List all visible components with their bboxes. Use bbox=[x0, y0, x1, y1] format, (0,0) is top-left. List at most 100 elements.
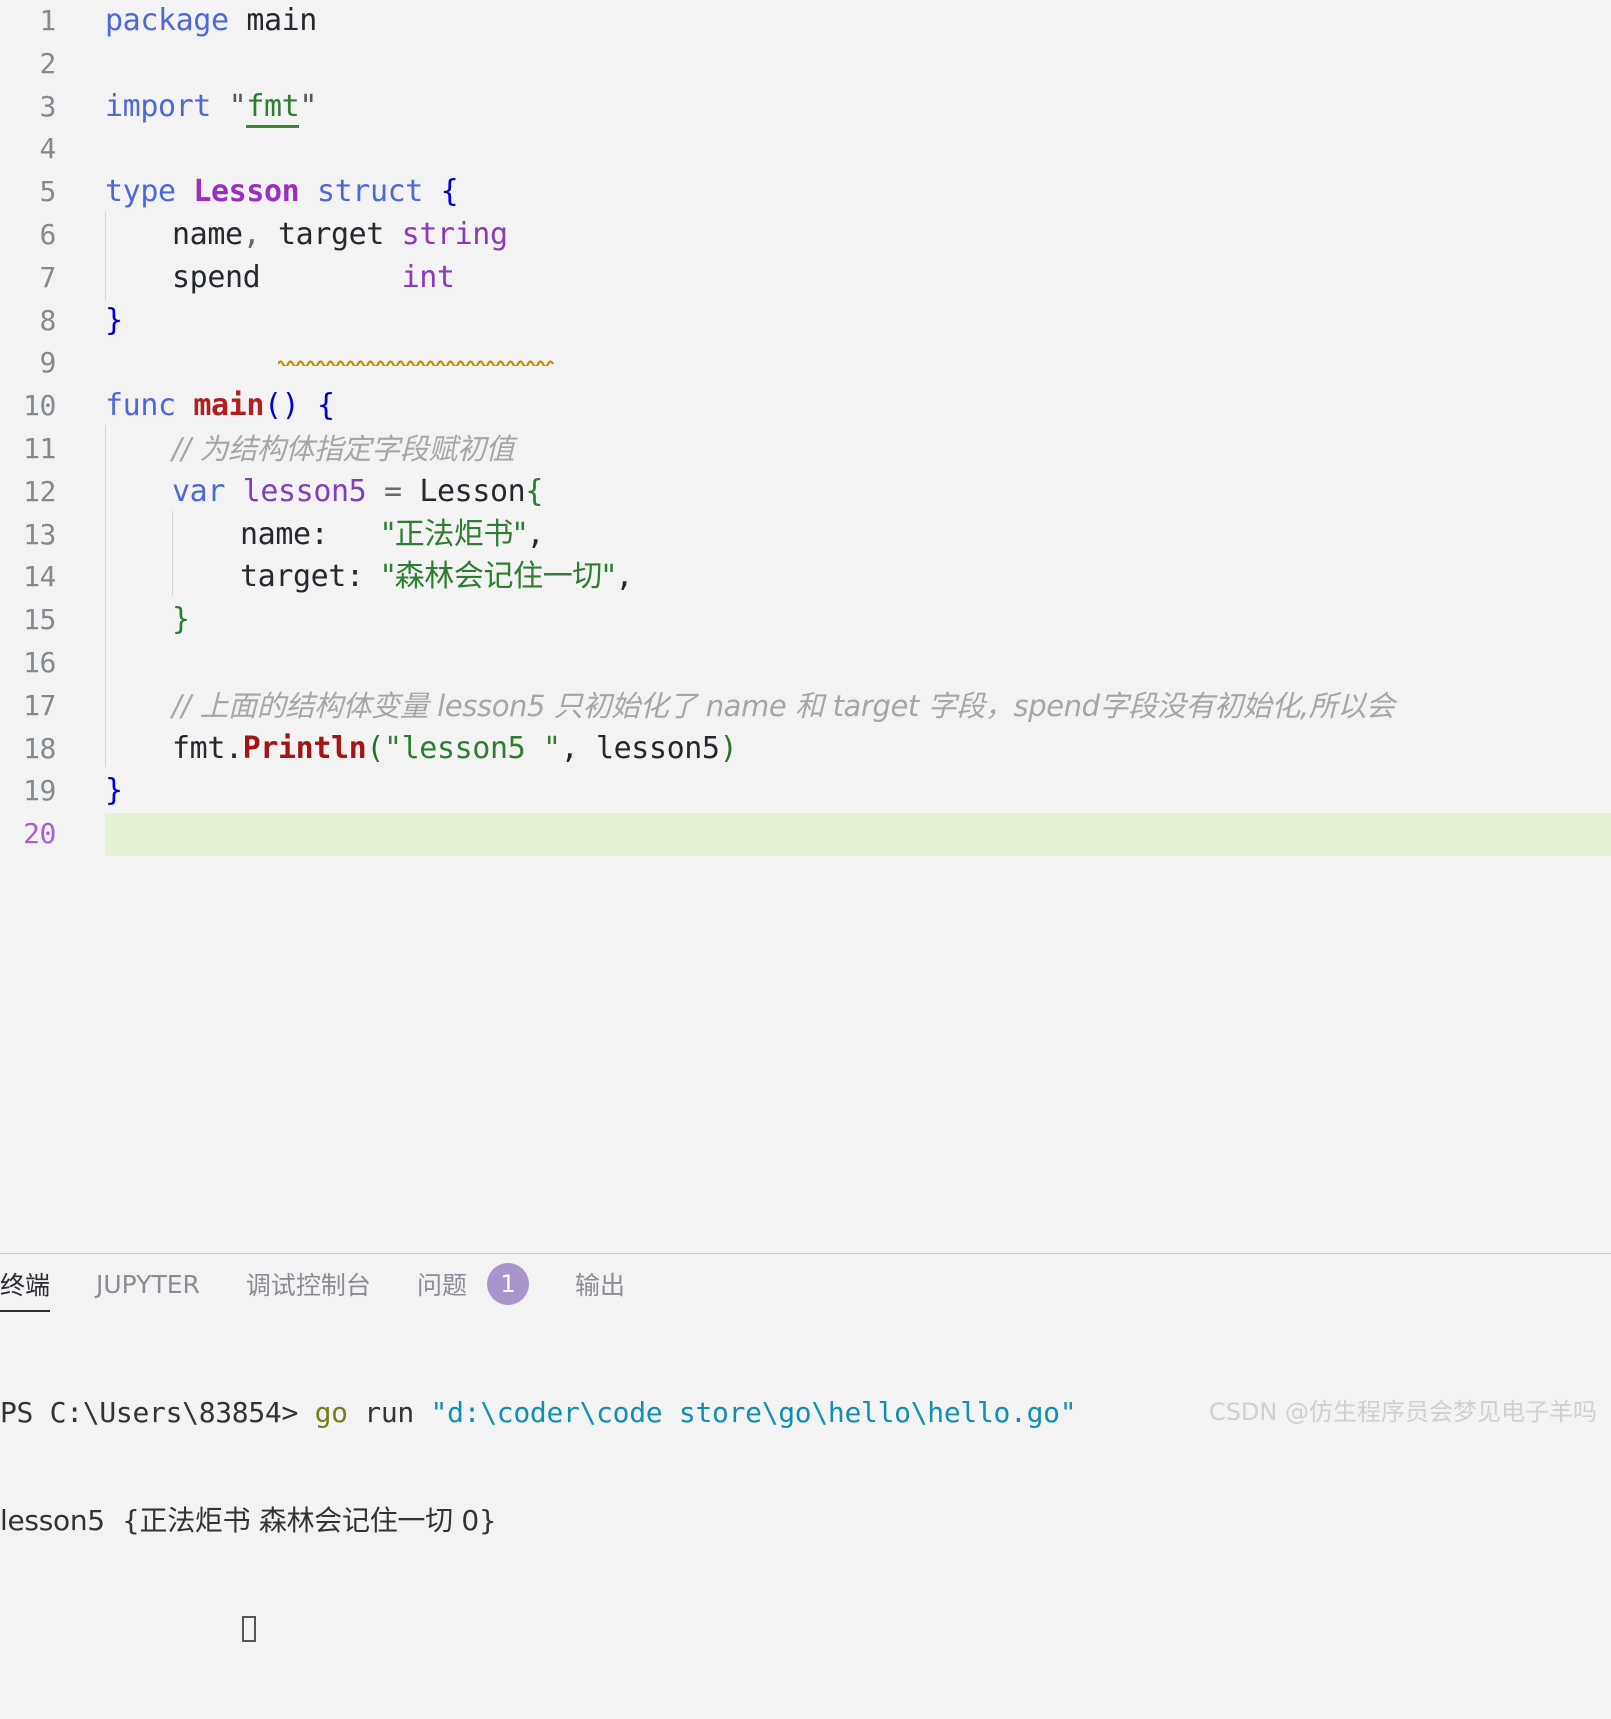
token-comment: // 上面的结构体变量 lesson5 只初始化了 name 和 target … bbox=[172, 688, 1395, 723]
token-keyword-type: type bbox=[105, 174, 176, 210]
token-keyword-func: func bbox=[105, 388, 176, 424]
code-line[interactable]: 6 name, target string bbox=[0, 214, 1611, 257]
line-number: 17 bbox=[23, 688, 56, 722]
token-key-name: name: bbox=[240, 516, 329, 552]
token-comma: , bbox=[526, 516, 545, 552]
tab-problems-label: 问题 bbox=[416, 1271, 467, 1300]
tab-terminal-label: 终端 bbox=[0, 1271, 51, 1300]
code-line-active[interactable]: 20 bbox=[0, 813, 1611, 856]
line-number: 11 bbox=[23, 432, 56, 465]
line-content: name: "正法炬书", bbox=[240, 514, 545, 557]
terminal-output-text: lesson5 {正法炬书 森林会记住一切 0} bbox=[0, 1504, 497, 1537]
code-line[interactable]: 16 bbox=[0, 642, 1611, 685]
csdn-watermark: CSDN @仿生程序员会梦见电子羊吗 bbox=[1208, 1398, 1597, 1426]
token-module-fmt[interactable]: fmt bbox=[246, 88, 300, 128]
tab-terminal[interactable]: 终端 bbox=[0, 1254, 51, 1314]
tab-debug-console[interactable]: 调试控制台 bbox=[246, 1254, 371, 1314]
token-variable-lesson5-ref: lesson5 bbox=[595, 730, 720, 766]
token-brace-close: } bbox=[172, 602, 190, 638]
token-field-name: name bbox=[172, 217, 243, 252]
terminal-result-line: lesson5 {正法炬书 森林会记住一切 0} bbox=[0, 1503, 1611, 1539]
terminal-cursor bbox=[242, 1616, 256, 1642]
code-line[interactable]: 11 // 为结构体指定字段赋初值 bbox=[0, 428, 1611, 471]
tab-output[interactable]: 输出 bbox=[575, 1254, 625, 1314]
code-line[interactable]: 10 func main() { bbox=[0, 385, 1611, 428]
line-number: 14 bbox=[23, 560, 56, 594]
tab-problems[interactable]: 问题 1 bbox=[417, 1254, 529, 1314]
tab-debug-console-label: 调试控制台 bbox=[245, 1271, 371, 1300]
token-key-target: target: bbox=[240, 559, 364, 595]
line-number: 7 bbox=[39, 260, 57, 294]
token-type-lesson: Lesson bbox=[193, 174, 300, 210]
token-identifier-main: main bbox=[246, 3, 317, 38]
line-content: } bbox=[172, 599, 190, 642]
code-line[interactable]: 17 // 上面的结构体变量 lesson5 只初始化了 name 和 targ… bbox=[0, 685, 1611, 728]
code-line[interactable]: 1 package main bbox=[0, 0, 1611, 43]
line-content: import "fmt" bbox=[105, 86, 317, 129]
token-comma: , bbox=[615, 559, 633, 595]
code-line[interactable]: 12 var lesson5 = Lesson{ bbox=[0, 471, 1611, 514]
tab-jupyter[interactable]: JUPYTER bbox=[96, 1254, 200, 1314]
token-function-main: main bbox=[193, 388, 264, 424]
token-brace-close: } bbox=[105, 773, 123, 809]
code-line[interactable]: 8 } bbox=[0, 300, 1611, 343]
line-number: 6 bbox=[39, 218, 57, 251]
code-line[interactable]: 14 target: "森林会记住一切", bbox=[0, 556, 1611, 599]
panel-tab-bar: 终端 JUPYTER 调试控制台 问题 1 输出 bbox=[0, 1254, 671, 1314]
line-content: package main bbox=[105, 0, 317, 43]
line-number: 1 bbox=[39, 4, 57, 37]
line-content: } bbox=[105, 770, 123, 813]
code-line[interactable]: 3 import "fmt" bbox=[0, 86, 1611, 129]
code-line[interactable]: 2 bbox=[0, 43, 1611, 86]
token-package-fmt: fmt bbox=[172, 730, 225, 766]
code-line[interactable]: 9 bbox=[0, 342, 1611, 385]
code-line[interactable]: 13 name: "正法炬书", bbox=[0, 514, 1611, 557]
tab-output-label: 输出 bbox=[574, 1271, 625, 1300]
line-number: 16 bbox=[23, 646, 56, 679]
terminal-command: go bbox=[314, 1396, 348, 1429]
code-line[interactable]: 5 type Lesson struct { bbox=[0, 171, 1611, 214]
token-field-target: target bbox=[278, 217, 384, 252]
code-editor[interactable]: 1 package main 2 3 import "fmt" 4 5 type… bbox=[0, 0, 1611, 1253]
token-dot: . bbox=[225, 730, 243, 766]
terminal-cursor-line bbox=[0, 1611, 1611, 1647]
problems-count-badge: 1 bbox=[486, 1263, 529, 1305]
line-number: 4 bbox=[39, 132, 57, 166]
terminal-output[interactable]: PS C:\Users\83854> go run "d:\coder\code… bbox=[0, 1323, 1611, 1642]
token-string-println-arg: "lesson5 " bbox=[383, 730, 561, 766]
token-string-target-value: "森林会记住一切" bbox=[381, 559, 616, 595]
token-keyword-var: var bbox=[172, 473, 225, 509]
token-assign: = bbox=[383, 473, 402, 509]
terminal-command-arg: run bbox=[364, 1396, 414, 1429]
code-line[interactable]: 18 fmt.Println("lesson5 ", lesson5) bbox=[0, 728, 1611, 771]
line-number: 12 bbox=[23, 474, 56, 508]
terminal-prompt: PS C:\Users\83854> bbox=[0, 1396, 299, 1429]
token-type-lesson-ref: Lesson bbox=[419, 473, 526, 509]
line-number: 5 bbox=[39, 175, 57, 209]
line-content: } bbox=[105, 300, 123, 343]
line-number: 18 bbox=[23, 731, 56, 765]
line-number: 10 bbox=[23, 389, 56, 423]
token-brace-close: } bbox=[105, 302, 123, 338]
token-brace-open: { bbox=[440, 174, 459, 210]
token-brace-open: { bbox=[316, 388, 335, 424]
line-number: 8 bbox=[39, 303, 57, 337]
line-number: 2 bbox=[39, 46, 57, 80]
line-number: 13 bbox=[23, 517, 56, 551]
line-number: 9 bbox=[39, 346, 57, 380]
token-comma: , bbox=[560, 730, 579, 766]
bottom-panel: 终端 JUPYTER 调试控制台 问题 1 输出 PS C:\Users\838… bbox=[0, 1253, 1611, 1642]
token-function-println: Println bbox=[242, 730, 367, 766]
token-type-string: string bbox=[401, 217, 508, 252]
code-line[interactable]: 15 } bbox=[0, 599, 1611, 642]
token-field-spend: spend bbox=[172, 259, 261, 295]
line-content: fmt.Println("lesson5 ", lesson5) bbox=[172, 728, 738, 771]
code-line[interactable]: 7 spend int bbox=[0, 257, 1611, 368]
terminal-command-path: "d:\coder\code store\go\hello\hello.go" bbox=[430, 1396, 1077, 1429]
code-line[interactable]: 4 bbox=[0, 128, 1611, 171]
token-string-name-value: "正法炬书" bbox=[381, 516, 527, 552]
line-content: type Lesson struct { bbox=[105, 171, 459, 214]
token-keyword-struct: struct bbox=[316, 174, 423, 210]
code-line[interactable]: 19 } bbox=[0, 770, 1611, 813]
line-content: name, target string bbox=[172, 214, 508, 257]
